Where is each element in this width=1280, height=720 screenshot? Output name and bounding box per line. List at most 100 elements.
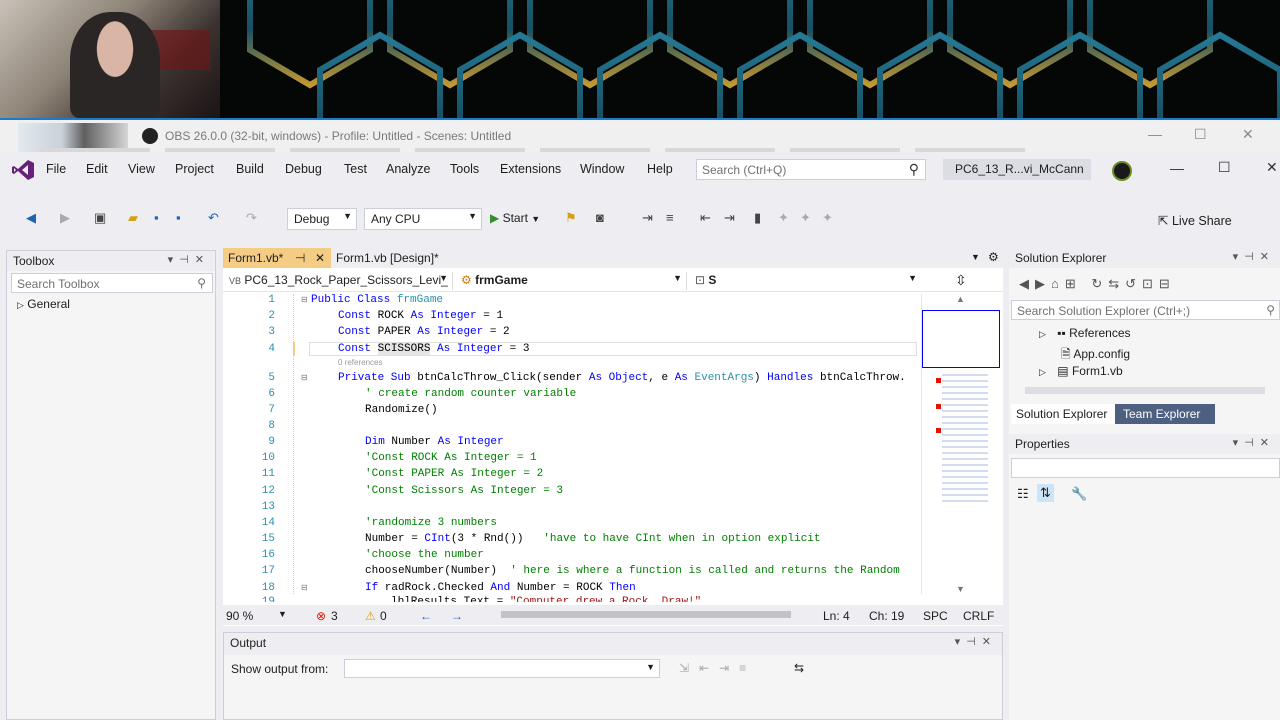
categorized-icon[interactable]: ☷ bbox=[1017, 486, 1029, 502]
clear-bookmark-icon[interactable]: ✦ bbox=[822, 210, 833, 226]
project-dropdown[interactable]: VB PC6_13_Rock_Paper_Scissors_Levi_ ▼ bbox=[225, 272, 453, 290]
warning-icon[interactable]: ⚠ bbox=[365, 609, 376, 623]
minimap-viewport[interactable] bbox=[922, 310, 1000, 368]
indent-icon[interactable]: ⇥ bbox=[724, 210, 735, 226]
tab-form1-vb[interactable]: Form1.vb* ⊣ ✕ bbox=[223, 248, 331, 268]
reference-count-hint[interactable]: 0 references bbox=[338, 358, 382, 367]
error-count[interactable]: 3 bbox=[331, 609, 338, 623]
menu-edit[interactable]: Edit bbox=[86, 162, 108, 176]
vs-maximize-icon[interactable]: ☐ bbox=[1218, 159, 1231, 176]
toolbox-group-label: General bbox=[27, 297, 70, 311]
output-toolbar-icons[interactable]: ⇲⇤⇥≡ bbox=[679, 661, 756, 675]
live-share-button[interactable]: ⇱ Live Share bbox=[1158, 213, 1232, 228]
tab-form1-design[interactable]: Form1.vb [Design]* bbox=[331, 248, 481, 268]
browse-icon[interactable]: ⚑ bbox=[565, 210, 577, 226]
solution-horizontal-scrollbar[interactable] bbox=[1025, 387, 1265, 394]
scroll-up-icon[interactable]: ▲ bbox=[956, 294, 965, 304]
prev-bookmark-icon[interactable]: ✦ bbox=[778, 210, 789, 226]
menu-help[interactable]: Help bbox=[647, 162, 673, 176]
solution-explorer-toolbar[interactable]: ◀▶⌂⊞ ↻⇆↺⊡⊟ bbox=[1019, 276, 1176, 292]
close-tab-icon[interactable]: ✕ bbox=[315, 251, 325, 265]
tab-team-explorer[interactable]: Team Explorer bbox=[1115, 404, 1215, 424]
code-area[interactable]: 1 Public Class frmGame 2 Const ROCK As I… bbox=[223, 294, 923, 602]
outdent-icon[interactable]: ⇤ bbox=[700, 210, 711, 226]
properties-object-select[interactable] bbox=[1011, 458, 1280, 478]
property-pages-icon[interactable]: 🔧 bbox=[1071, 486, 1087, 502]
menu-build[interactable]: Build bbox=[236, 162, 264, 176]
minimap-scrollbar[interactable]: ▲ ▼ bbox=[921, 294, 1001, 594]
error-icon[interactable]: ⊗ bbox=[316, 609, 326, 623]
save-all-icon[interactable]: ▪ bbox=[176, 210, 181, 225]
alphabetical-icon[interactable]: ⇅ bbox=[1037, 484, 1054, 502]
collapse-icon[interactable]: ⊟ bbox=[301, 583, 308, 592]
search-icon: ⚲ bbox=[1266, 303, 1275, 317]
tab-list-icon[interactable]: ▼ bbox=[971, 252, 980, 262]
new-project-icon[interactable]: ▣ bbox=[94, 210, 106, 226]
vs-minimize-icon[interactable]: — bbox=[1170, 160, 1184, 176]
scroll-down-icon[interactable]: ▼ bbox=[956, 584, 965, 594]
pane-controls[interactable]: ▾⊣✕ bbox=[168, 253, 210, 266]
pane-controls[interactable]: ▾⊣✕ bbox=[1233, 436, 1275, 449]
menu-analyze[interactable]: Analyze bbox=[386, 162, 430, 176]
close-icon[interactable]: ✕ bbox=[1242, 126, 1254, 143]
collapse-icon[interactable]: ⊟ bbox=[301, 295, 308, 304]
properties-title: Properties bbox=[1015, 437, 1070, 451]
start-button[interactable]: ▶ Start ▼ bbox=[490, 211, 540, 225]
output-source-select[interactable]: ▼ bbox=[344, 659, 660, 678]
pin-icon[interactable]: ⊣ bbox=[295, 251, 305, 265]
tree-item-references[interactable]: ▷ ▪▪ References bbox=[1039, 326, 1131, 340]
horizontal-scrollbar[interactable] bbox=[501, 611, 791, 618]
presenter bbox=[70, 12, 160, 118]
menu-test[interactable]: Test bbox=[344, 162, 367, 176]
tree-item-form1-vb[interactable]: ▷ ▤ Form1.vb bbox=[1039, 364, 1123, 378]
search-input[interactable]: Search (Ctrl+Q) ⚲ bbox=[696, 159, 926, 180]
warning-count[interactable]: 0 bbox=[380, 609, 387, 623]
word-wrap-icon[interactable]: ⇆ bbox=[794, 661, 804, 675]
next-bookmark-icon[interactable]: ✦ bbox=[800, 210, 811, 226]
toolbox-group-general[interactable]: ▷ General bbox=[17, 297, 70, 311]
menu-window[interactable]: Window bbox=[580, 162, 624, 176]
menu-file[interactable]: File bbox=[46, 162, 66, 176]
toolbox-search-input[interactable]: Search Toolbox ⚲ bbox=[11, 273, 213, 293]
bookmark-icon[interactable]: ▮ bbox=[754, 210, 761, 226]
expand-icon: ▷ bbox=[17, 300, 24, 310]
nav-forward-icon[interactable]: → bbox=[451, 609, 463, 623]
class-dropdown[interactable]: ⚙ frmGame ▼ bbox=[457, 272, 687, 290]
collapse-icon[interactable]: ⊟ bbox=[301, 373, 308, 382]
step-icon[interactable]: ⇥ bbox=[642, 210, 653, 226]
solution-name-badge[interactable]: PC6_13_R...vi_McCann bbox=[943, 159, 1091, 180]
whitespace-indicator[interactable]: SPC bbox=[923, 609, 948, 623]
menu-extensions[interactable]: Extensions bbox=[500, 162, 561, 176]
line-ending-indicator[interactable]: CRLF bbox=[963, 609, 994, 623]
open-folder-icon[interactable]: ▰ bbox=[128, 210, 138, 226]
save-icon[interactable]: ▪ bbox=[154, 210, 159, 225]
nav-back-icon[interactable]: ← bbox=[420, 609, 432, 623]
zoom-level[interactable]: 90 % bbox=[226, 609, 253, 623]
screenshot-icon[interactable]: ◙ bbox=[596, 210, 604, 225]
pane-controls[interactable]: ▾⊣✕ bbox=[955, 635, 997, 648]
menu-project[interactable]: Project bbox=[175, 162, 214, 176]
solution-search-input[interactable]: Search Solution Explorer (Ctrl+;) ⚲ bbox=[1011, 300, 1280, 320]
undo-icon[interactable]: ↶ bbox=[208, 210, 219, 226]
redo-icon[interactable]: ↷ bbox=[246, 210, 257, 226]
menu-tools[interactable]: Tools bbox=[450, 162, 479, 176]
pane-controls[interactable]: ▾⊣✕ bbox=[1233, 250, 1275, 263]
split-icon[interactable]: ⇳ bbox=[955, 272, 967, 289]
menu-view[interactable]: View bbox=[128, 162, 155, 176]
config-dropdown[interactable]: Debug ▼ bbox=[287, 208, 357, 230]
back-icon[interactable]: ◀ bbox=[26, 210, 36, 226]
chevron-down-icon[interactable]: ▼ bbox=[278, 609, 287, 619]
forward-icon[interactable]: ▶ bbox=[60, 210, 70, 226]
member-dropdown[interactable]: ⊡ S ▼ bbox=[691, 272, 921, 290]
account-avatar[interactable] bbox=[1112, 161, 1132, 181]
code-line: Private Sub btnCalcThrow_Click(sender As… bbox=[338, 372, 906, 384]
vs-close-icon[interactable]: ✕ bbox=[1266, 159, 1278, 176]
tab-solution-explorer[interactable]: Solution Explorer bbox=[1011, 404, 1115, 424]
maximize-icon[interactable]: ☐ bbox=[1194, 126, 1207, 143]
platform-dropdown[interactable]: Any CPU ▼ bbox=[364, 208, 482, 230]
comment-icon[interactable]: ≡ bbox=[666, 210, 674, 225]
settings-gear-icon[interactable]: ⚙ bbox=[988, 250, 999, 264]
minimize-icon[interactable]: — bbox=[1148, 126, 1162, 142]
tree-item-app-config[interactable]: 🗎 App.config bbox=[1061, 345, 1130, 366]
menu-debug[interactable]: Debug bbox=[285, 162, 322, 176]
